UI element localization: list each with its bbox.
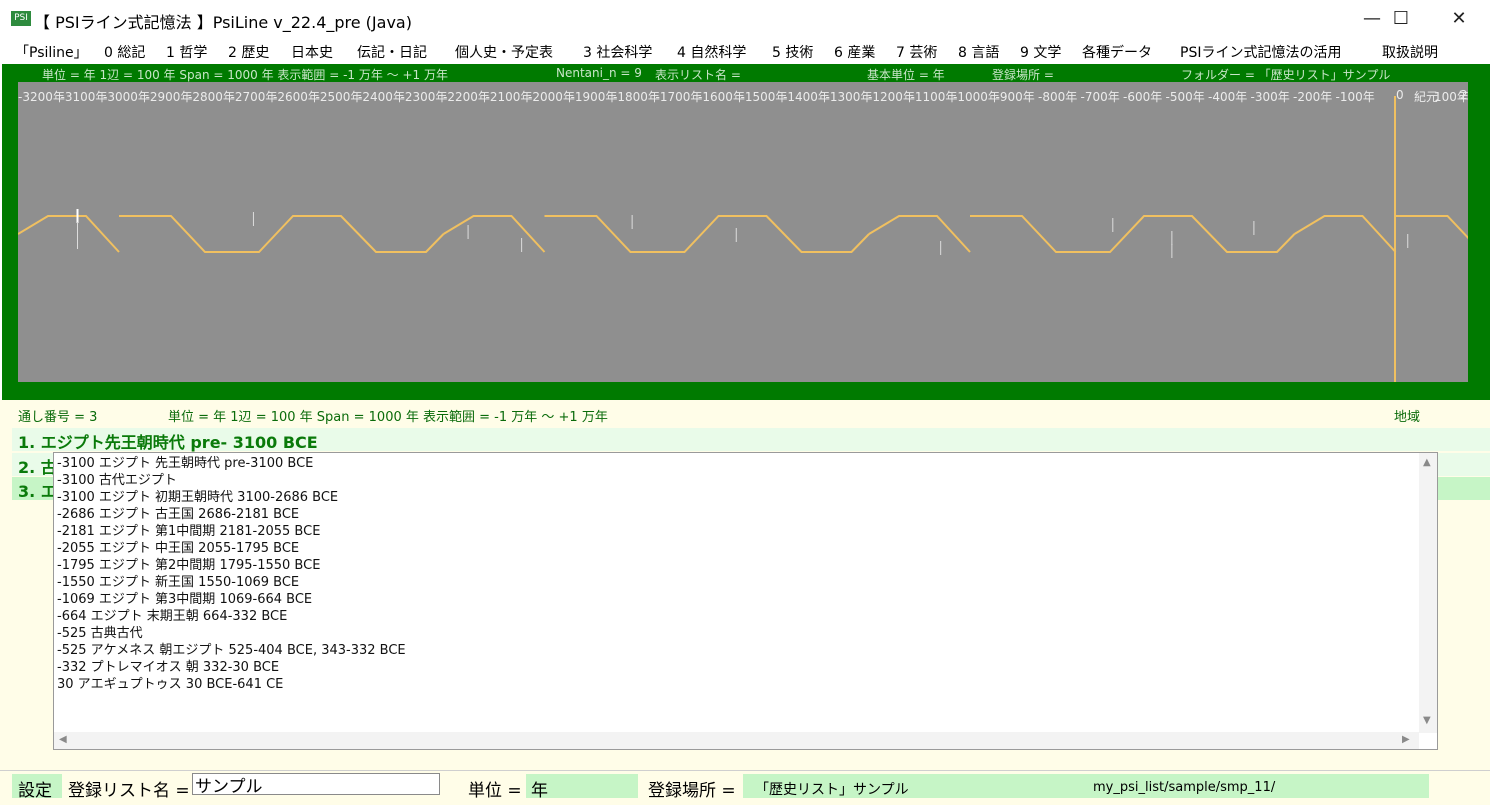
menu-general[interactable]: 0 総記: [104, 42, 145, 62]
settings-button[interactable]: 設定: [18, 776, 52, 801]
event-list-textarea[interactable]: -3100 エジプト 先王朝時代 pre-3100 BCE -3100 古代エジ…: [53, 452, 1438, 750]
menu-social[interactable]: 3 社会科学: [583, 42, 652, 62]
path-value: my_psi_list/sample/smp_11/: [1093, 780, 1276, 795]
list-name-info: 表示リスト名 =: [655, 68, 741, 82]
menu-biography[interactable]: 伝記・日記: [357, 42, 427, 62]
menu-manual[interactable]: 取扱説明: [1382, 42, 1438, 62]
timeline-zigzag-segment: [1293, 215, 1397, 253]
menu-history[interactable]: 2 歴史: [228, 42, 269, 62]
base-unit-info: 基本単位 = 年: [867, 68, 945, 82]
menu-philosophy[interactable]: 1 哲学: [166, 42, 207, 62]
app-icon: PSI: [11, 11, 31, 26]
unit-value: 年: [531, 781, 548, 801]
maximize-button[interactable]: ☐: [1372, 0, 1430, 38]
menu-language[interactable]: 8 言語: [958, 42, 999, 62]
scroll-left-arrow-icon[interactable]: ◀: [59, 734, 67, 745]
menu-natural[interactable]: 4 自然科学: [677, 42, 746, 62]
textarea-line: -1795 エジプト 第2中間期 1795-1550 BCE: [57, 558, 321, 573]
textarea-line: -1550 エジプト 新王国 1550-1069 BCE: [57, 575, 300, 590]
menu-bar: 「Psiline」 0 総記 1 哲学 2 歴史 日本史 伝記・日記 個人史・予…: [0, 38, 1490, 64]
menu-art[interactable]: 7 芸術: [896, 42, 937, 62]
timeline-zigzag-segment: [868, 215, 971, 253]
timeline-plot: [18, 96, 1468, 382]
vertical-scrollbar[interactable]: ▲ ▼: [1419, 453, 1437, 733]
textarea-line: -2181 エジプト 第1中間期 2181-2055 BCE: [57, 524, 321, 539]
menu-personal[interactable]: 個人史・予定表: [455, 42, 553, 62]
reg-list-label: 登録リスト名 =: [68, 781, 190, 801]
top-unit-span-info: 単位 = 年 1辺 = 100 年 Span = 1000 年 表示範囲 = -…: [42, 68, 448, 82]
menu-japan-history[interactable]: 日本史: [291, 42, 333, 62]
region-label: 地域: [1394, 410, 1421, 425]
textarea-line: -2686 エジプト 古王国 2686-2181 BCE: [57, 507, 300, 522]
list-item-label: 2. 古: [18, 458, 57, 477]
textarea-line: -2055 エジプト 中王国 2055-1795 BCE: [57, 541, 300, 556]
menu-industry[interactable]: 6 産業: [834, 42, 875, 62]
window-title: 【 PSIライン式記憶法 】PsiLine v_22.4_pre (Java): [34, 13, 412, 32]
list-item-label: 1. エジプト先王朝時代 pre- 3100 BCE: [18, 433, 318, 452]
textarea-line: -1069 エジプト 第3中間期 1069-664 BCE: [57, 592, 313, 607]
timeline-zigzag-segment: [970, 215, 1296, 253]
textarea-line: -3100 エジプト 初期王朝時代 3100-2686 BCE: [57, 490, 339, 505]
place-label: 登録場所 =: [648, 781, 736, 801]
mid-unit-span-info: 単位 = 年 1辺 = 100 年 Span = 1000 年 表示範囲 = -…: [168, 410, 608, 425]
reg-list-name-input[interactable]: [192, 773, 440, 795]
textarea-line: -332 プトレマイオス 朝 332-30 BCE: [57, 660, 280, 675]
textarea-line: -525 アケメネス 朝エジプト 525-404 BCE, 343-332 BC…: [57, 643, 406, 658]
menu-data[interactable]: 各種データ: [1082, 42, 1152, 62]
timeline-zigzag-segment: [544, 215, 870, 253]
scroll-down-arrow-icon[interactable]: ▼: [1423, 715, 1431, 726]
scroll-right-arrow-icon[interactable]: ▶: [1402, 734, 1410, 745]
list-item-label: 3. エ: [18, 482, 57, 501]
textarea-line: -664 エジプト 末期王朝 664-332 BCE: [57, 609, 288, 624]
list-item-1[interactable]: 1. エジプト先王朝時代 pre- 3100 BCE: [12, 428, 1490, 452]
timeline-canvas[interactable]: -3200年 -3100年 -3000年 -2900年 -2800年 -2700年 -260…: [18, 82, 1468, 382]
textarea-line: 30 アエギュプトゥス 30 BCE-641 CE: [57, 677, 284, 692]
timeline-zigzag-segment: [442, 215, 546, 253]
textarea-line: -3100 エジプト 先王朝時代 pre-3100 BCE: [57, 456, 314, 471]
close-button[interactable]: ✕: [1430, 0, 1488, 38]
place-value: 「歴史リスト」サンプル: [755, 782, 909, 798]
menu-technology[interactable]: 5 技術: [772, 42, 813, 62]
nentani-info: Nentani_n = 9: [556, 66, 642, 80]
menu-psiline[interactable]: 「Psiline」: [15, 42, 88, 62]
scroll-up-arrow-icon[interactable]: ▲: [1423, 457, 1431, 468]
textarea-line: -525 古典古代: [57, 626, 143, 641]
folder-info: フォルダー = 「歴史リスト」サンプル: [1181, 68, 1391, 82]
horizontal-scrollbar[interactable]: ◀ ▶: [54, 732, 1419, 749]
timeline-zigzag-segment: [18, 215, 120, 253]
unit-label: 単位 =: [468, 781, 522, 801]
timeline-zigzag-segment: [119, 215, 445, 253]
textarea-line: -3100 古代エジプト: [57, 473, 177, 488]
timeline-zigzag-segment: [1395, 215, 1468, 240]
serial-number: 通し番号 = 3: [18, 410, 98, 425]
menu-usage[interactable]: PSIライン式記憶法の活用: [1180, 42, 1341, 62]
menu-literature[interactable]: 9 文学: [1020, 42, 1061, 62]
place-info: 登録場所 =: [992, 68, 1054, 82]
